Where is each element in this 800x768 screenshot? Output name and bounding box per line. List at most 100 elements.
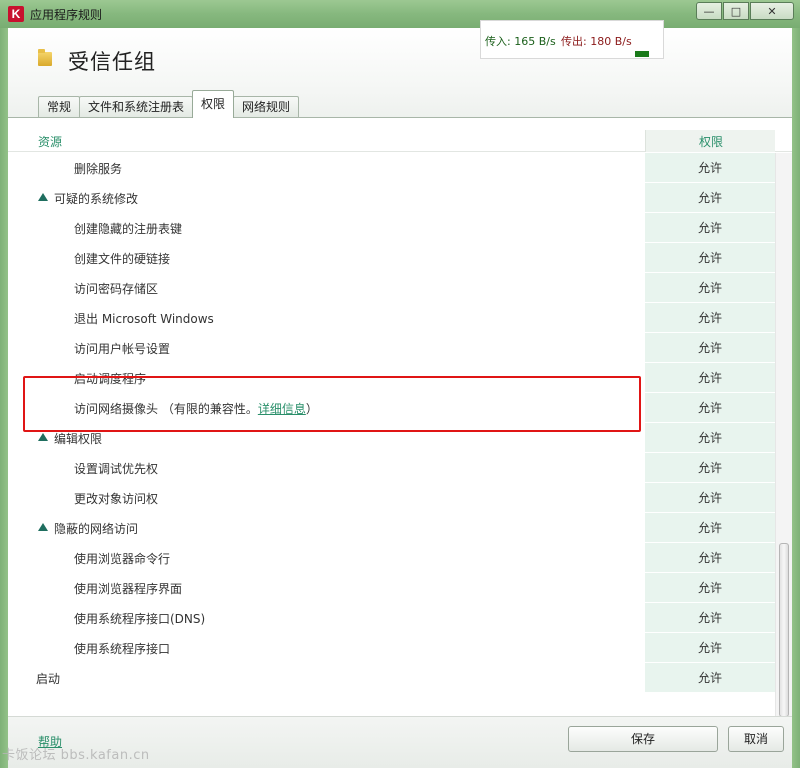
row-label: 创建隐藏的注册表键 <box>74 220 182 237</box>
vertical-scrollbar[interactable] <box>775 153 792 718</box>
row-label-text: 使用浏览器命令行 <box>74 552 171 566</box>
row-label-text: 退出 Microsoft Windows <box>74 312 214 326</box>
column-header-resource[interactable]: 资源 <box>38 133 62 150</box>
row-label-text: 使用系统程序接口 <box>74 642 171 656</box>
row-label-text: 创建隐藏的注册表键 <box>74 222 183 236</box>
row-label-suffix: ） <box>305 402 318 416</box>
table-row[interactable]: 隐蔽的网络访问 允许 <box>8 513 792 543</box>
table-row[interactable]: 使用系统程序接口 允许 <box>8 633 792 663</box>
table-row[interactable]: 使用浏览器程序界面 允许 <box>8 573 792 603</box>
tab-general[interactable]: 常规 <box>38 96 81 118</box>
tab-bar: 常规 文件和系统注册表 权限 网络规则 <box>38 90 300 118</box>
details-link[interactable]: 详细信息 <box>258 402 306 416</box>
tab-network-rules[interactable]: 网络规则 <box>233 96 300 118</box>
row-label-text: 访问用户帐号设置 <box>74 342 171 356</box>
row-label: 使用浏览器命令行 <box>74 550 170 567</box>
permission-cell[interactable]: 允许 <box>645 273 775 303</box>
permission-cell[interactable]: 允许 <box>645 153 775 183</box>
table-row[interactable]: 删除服务 允许 <box>8 153 792 183</box>
row-label-text: 删除服务 <box>74 162 123 176</box>
permission-cell[interactable]: 允许 <box>645 363 775 393</box>
maximize-button[interactable]: □ <box>723 2 749 20</box>
row-label-text: 隐蔽的网络访问 <box>54 522 139 536</box>
permission-cell[interactable]: 允许 <box>645 423 775 453</box>
row-label-text: 启动调度程序 <box>74 372 147 386</box>
table-row[interactable]: 创建文件的硬链接 允许 <box>8 243 792 273</box>
row-label: 访问用户帐号设置 <box>74 340 170 357</box>
row-label: 编辑权限 <box>54 430 102 447</box>
row-label-text: 使用浏览器程序界面 <box>74 582 183 596</box>
row-label: 使用系统程序接口 <box>74 640 170 657</box>
tab-files-registry[interactable]: 文件和系统注册表 <box>79 96 194 118</box>
row-label: 设置调试优先权 <box>74 460 158 477</box>
permission-cell[interactable]: 允许 <box>645 513 775 543</box>
tab-divider <box>8 117 792 118</box>
row-label: 创建文件的硬链接 <box>74 250 170 267</box>
maximize-icon: □ <box>730 4 742 18</box>
table-row[interactable]: 退出 Microsoft Windows 允许 <box>8 303 792 333</box>
table-row[interactable]: 设置调试优先权 允许 <box>8 453 792 483</box>
row-label-text: 可疑的系统修改 <box>54 192 139 206</box>
permission-cell[interactable]: 允许 <box>645 243 775 273</box>
table-row[interactable]: 可疑的系统修改 允许 <box>8 183 792 213</box>
tab-permissions[interactable]: 权限 <box>192 90 235 118</box>
row-label: 启动 <box>36 670 60 687</box>
permission-cell[interactable]: 允许 <box>645 573 775 603</box>
row-label-text: 编辑权限 <box>54 432 103 446</box>
row-label: 访问密码存储区 <box>74 280 158 297</box>
row-label: 退出 Microsoft Windows <box>74 310 214 327</box>
permission-cell[interactable]: 允许 <box>645 603 775 633</box>
permission-cell[interactable]: 允许 <box>645 183 775 213</box>
permission-cell[interactable]: 允许 <box>645 483 775 513</box>
cancel-button[interactable]: 取消 <box>728 726 784 752</box>
permissions-table: 删除服务 允许 可疑的系统修改 允许 创建隐藏的注册表键 允许 创建文件的硬链接 允许 访问密码… <box>8 153 792 718</box>
expand-triangle-icon[interactable] <box>38 523 48 531</box>
close-button[interactable]: ✕ <box>750 2 794 20</box>
permission-cell[interactable]: 允许 <box>645 333 775 363</box>
table-header: 资源 权限 <box>8 130 792 152</box>
column-header-permission[interactable]: 权限 <box>646 133 776 150</box>
row-label-text: 创建文件的硬链接 <box>74 252 171 266</box>
table-row[interactable]: 访问密码存储区 允许 <box>8 273 792 303</box>
table-row[interactable]: 创建隐藏的注册表键 允许 <box>8 213 792 243</box>
permission-cell[interactable]: 允许 <box>645 543 775 573</box>
minimize-icon: — <box>703 4 715 18</box>
table-row[interactable]: 访问网络摄像头 （有限的兼容性。详细信息） 允许 <box>8 393 792 423</box>
row-label: 启动调度程序 <box>74 370 146 387</box>
row-label: 访问网络摄像头 （有限的兼容性。详细信息） <box>74 400 318 417</box>
row-label: 使用系统程序接口(DNS) <box>74 610 205 627</box>
row-label-text: 更改对象访问权 <box>74 492 159 506</box>
row-label-text: 使用系统程序接口(DNS) <box>74 612 206 626</box>
permission-cell[interactable]: 允许 <box>645 663 775 693</box>
dialog-header: 受信任组 传入: 165 B/s 传出: 180 B/s 常规 文件和系统注册表… <box>8 20 792 118</box>
expand-triangle-icon[interactable] <box>38 433 48 441</box>
permission-cell[interactable]: 允许 <box>645 633 775 663</box>
permission-cell[interactable]: 允许 <box>645 213 775 243</box>
table-row[interactable]: 访问用户帐号设置 允许 <box>8 333 792 363</box>
traffic-monitor: 传入: 165 B/s 传出: 180 B/s <box>480 20 664 59</box>
traffic-graph-bar <box>635 51 649 57</box>
save-button[interactable]: 保存 <box>568 726 718 752</box>
folder-icon <box>38 49 52 66</box>
permission-cell[interactable]: 允许 <box>645 453 775 483</box>
kaspersky-app-icon: K <box>8 6 24 22</box>
permission-cell[interactable]: 允许 <box>645 393 775 423</box>
dialog-client-area: 受信任组 传入: 165 B/s 传出: 180 B/s 常规 文件和系统注册表… <box>8 20 792 768</box>
expand-triangle-icon[interactable] <box>38 193 48 201</box>
table-row[interactable]: 启动调度程序 允许 <box>8 363 792 393</box>
traffic-in-text: 传入: 165 B/s <box>485 35 556 48</box>
table-row[interactable]: 启动 允许 <box>8 663 792 693</box>
table-row[interactable]: 编辑权限 允许 <box>8 423 792 453</box>
close-icon: ✕ <box>767 4 777 18</box>
page-title: 受信任组 <box>68 50 156 74</box>
window-frame-left <box>0 28 8 768</box>
window-frame-right <box>792 28 800 768</box>
scrollbar-thumb[interactable] <box>779 543 789 717</box>
row-label: 使用浏览器程序界面 <box>74 580 182 597</box>
table-row[interactable]: 使用系统程序接口(DNS) 允许 <box>8 603 792 633</box>
table-row[interactable]: 使用浏览器命令行 允许 <box>8 543 792 573</box>
minimize-button[interactable]: — <box>696 2 722 20</box>
row-label-text: 设置调试优先权 <box>74 462 159 476</box>
table-row[interactable]: 更改对象访问权 允许 <box>8 483 792 513</box>
permission-cell[interactable]: 允许 <box>645 303 775 333</box>
